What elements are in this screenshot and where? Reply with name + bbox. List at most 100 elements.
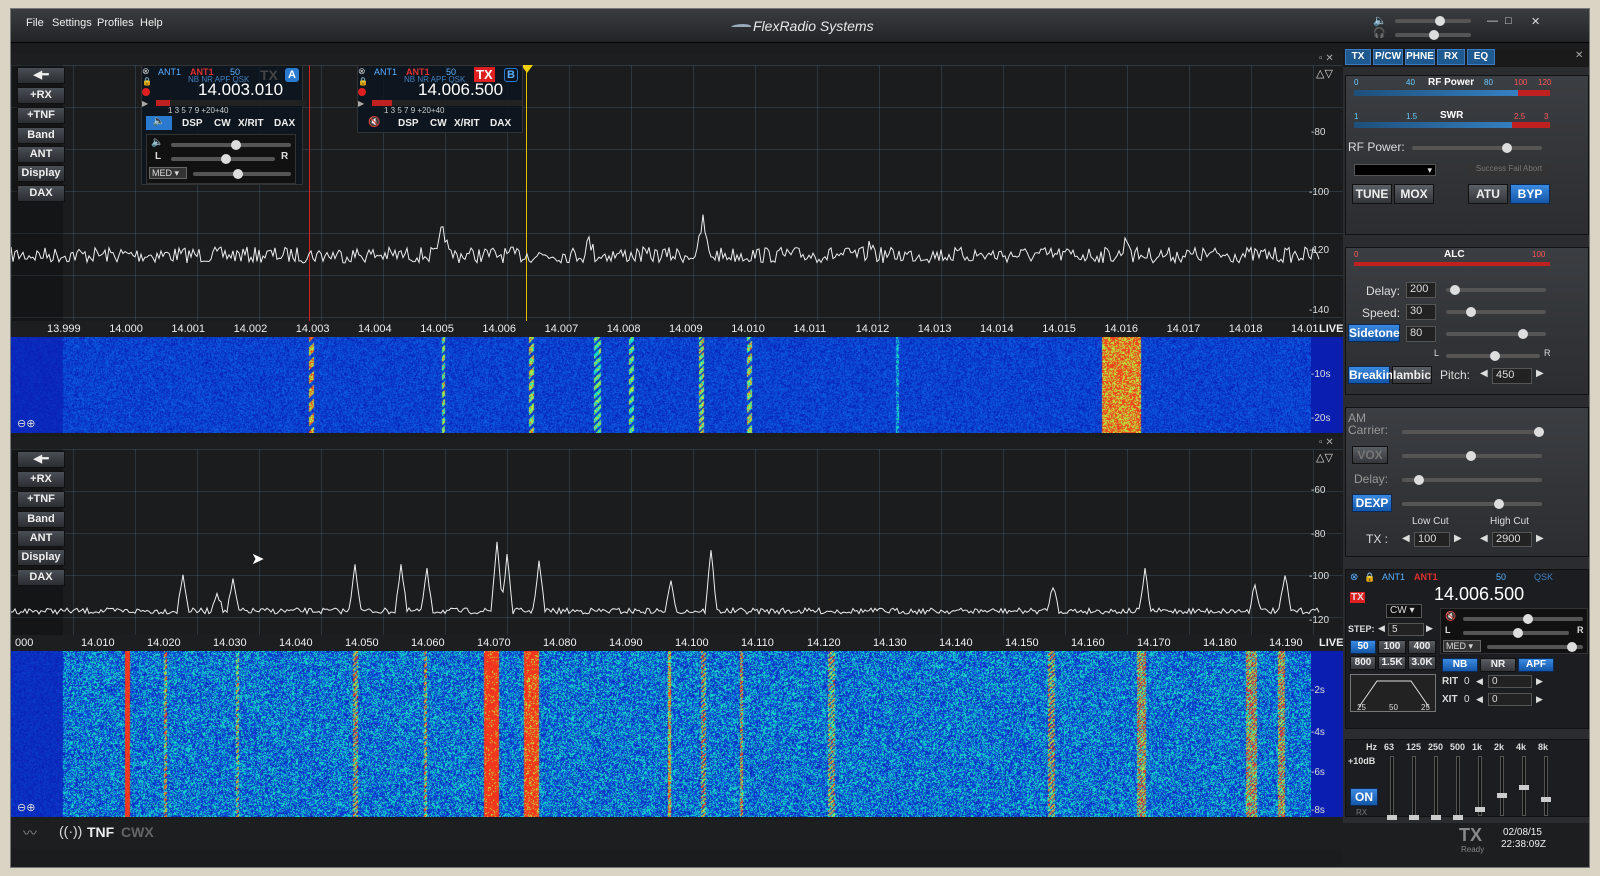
eq-band-4k-knob[interactable] <box>1519 785 1529 790</box>
rx-slice-agc-slider[interactable] <box>1487 642 1583 652</box>
slice-a-flag[interactable]: ⊗ 🔒 ▶ ANT1 ANT1 50 NB NR APF QSK TX A 14… <box>141 65 306 185</box>
slice-b-close-icon[interactable]: ⊗ <box>358 66 366 77</box>
mox-button[interactable]: MOX <box>1394 184 1434 204</box>
dexp-slider[interactable] <box>1402 499 1542 509</box>
slice-b-cw-button[interactable]: CW <box>430 118 447 129</box>
eq-band-500-knob[interactable] <box>1453 815 1463 820</box>
high-cut-increase-button[interactable]: ▶ <box>1536 533 1544 544</box>
filter-800-button[interactable]: 800 <box>1350 656 1376 670</box>
close-button[interactable]: ✕ <box>1531 15 1540 28</box>
rx-slice-rx-antenna[interactable]: ANT1 <box>1382 572 1405 582</box>
rx-slice-pan-slider[interactable] <box>1463 628 1569 638</box>
mode-select[interactable]: CW ▾ <box>1386 604 1422 618</box>
slice-a-record-icon[interactable] <box>142 88 150 96</box>
slice-b-play-icon[interactable]: ▶ <box>358 99 364 108</box>
pan2-frequency-axis[interactable]: 000 14.010 14.020 14.030 14.040 14.050 14.060 1… <box>11 635 1343 651</box>
iambic-button[interactable]: Iambic <box>1392 366 1432 384</box>
low-cut-decrease-button[interactable]: ◀ <box>1402 533 1410 544</box>
rx-slice-agc-knob[interactable] <box>1567 642 1577 652</box>
slice-b-dax-button[interactable]: DAX <box>490 118 511 129</box>
rf-power-slider[interactable] <box>1412 143 1542 153</box>
xit-offset-input[interactable]: 0 <box>1488 693 1532 706</box>
headphone-volume-knob[interactable] <box>1429 30 1439 40</box>
panadapter-2[interactable]: ◀━ +RX +TNF Band ANT Display DAX △▽ -60 … <box>11 449 1343 635</box>
rx-slice-frequency[interactable]: 14.006.500 <box>1434 584 1524 605</box>
panel-close-icon[interactable]: ✕ <box>1575 50 1583 61</box>
am-carrier-slider[interactable] <box>1402 427 1544 437</box>
eq-band-63-knob[interactable] <box>1387 815 1397 820</box>
filter-3-0k-button[interactable]: 3.0K <box>1408 656 1436 670</box>
delay-slider[interactable] <box>1446 285 1546 295</box>
sidetone-pan-knob[interactable] <box>1490 351 1500 361</box>
eq-band-8k-slider[interactable] <box>1541 756 1551 816</box>
vox-delay-slider[interactable] <box>1402 475 1542 485</box>
slice-b-flag[interactable]: ⊗ 🔒 ▶ ANT1 ANT1 50 NB NR APF QSK TX B 14… <box>357 65 523 133</box>
eq-band-8k-knob[interactable] <box>1541 797 1551 802</box>
eq-band-2k-slider[interactable] <box>1497 756 1507 816</box>
rx-slice-pan-knob[interactable] <box>1513 628 1523 638</box>
sidetone-slider[interactable] <box>1446 329 1546 339</box>
xit-increase-button[interactable]: ▶ <box>1536 694 1543 705</box>
nb-button[interactable]: NB <box>1442 658 1478 672</box>
am-carrier-knob[interactable] <box>1534 427 1544 437</box>
slice-a-dsp-button[interactable]: DSP <box>182 118 203 129</box>
pan2-scale-arrows-icon[interactable]: △▽ <box>1316 451 1333 464</box>
sidetone-button[interactable]: Sidetone <box>1348 324 1400 342</box>
tab-tx[interactable]: TX <box>1345 49 1371 65</box>
slice-b-lock-icon[interactable]: 🔒 <box>358 77 368 86</box>
filter-passband-display[interactable]: 25 50 25 <box>1350 674 1436 712</box>
slice-b-rx-antenna[interactable]: ANT1 <box>374 67 397 77</box>
eq-band-1k-knob[interactable] <box>1475 807 1485 812</box>
vox-level-knob[interactable] <box>1466 451 1476 461</box>
vox-level-slider[interactable] <box>1402 451 1542 461</box>
speed-input[interactable]: 30 <box>1406 304 1436 320</box>
slice-a-audio-button[interactable]: 🔈 <box>146 116 172 130</box>
rit-toggle[interactable]: 0 <box>1464 676 1470 687</box>
headphone-volume-slider[interactable] <box>1395 30 1471 40</box>
eq-on-button[interactable]: ON <box>1350 788 1378 806</box>
wf1-zoom-icon[interactable]: ⊖⊕ <box>17 417 35 430</box>
rx-slice-tx-badge[interactable]: TX <box>1350 592 1365 603</box>
slice-a-agc-knob[interactable] <box>233 169 243 179</box>
sidetone-pan-slider[interactable] <box>1446 351 1540 361</box>
rx-slice-tx-antenna[interactable]: ANT1 <box>1414 572 1438 582</box>
pitch-decrease-button[interactable]: ◀ <box>1480 368 1488 379</box>
sidetone-knob[interactable] <box>1518 329 1528 339</box>
slice-a-play-icon[interactable]: ▶ <box>142 99 148 108</box>
high-cut-decrease-button[interactable]: ◀ <box>1480 533 1488 544</box>
xit-toggle[interactable]: 0 <box>1464 694 1470 705</box>
menu-profiles[interactable]: Profiles <box>97 17 134 29</box>
slice-a-xrit-button[interactable]: X/RIT <box>238 118 264 129</box>
tab-rx[interactable]: RX <box>1437 49 1465 65</box>
waterfall-2[interactable]: -2s -4s -6s -8s ⊖⊕ <box>11 651 1343 817</box>
nr-button[interactable]: NR <box>1480 658 1516 672</box>
filter-400-button[interactable]: 400 <box>1408 640 1436 654</box>
delay-input[interactable]: 200 <box>1406 282 1436 298</box>
master-volume-slider[interactable] <box>1395 16 1471 26</box>
slice-b-frequency[interactable]: 14.006.500 <box>418 80 503 100</box>
tx-profile-dropdown[interactable]: ▾ <box>1354 164 1436 176</box>
dexp-knob[interactable] <box>1494 499 1504 509</box>
vox-delay-knob[interactable] <box>1414 475 1424 485</box>
vox-button[interactable]: VOX <box>1352 446 1388 464</box>
tab-eq[interactable]: EQ <box>1467 49 1495 65</box>
eq-band-125-knob[interactable] <box>1409 815 1419 820</box>
filter-1-5k-button[interactable]: 1.5K <box>1378 656 1406 670</box>
filter-50-button[interactable]: 50 <box>1350 640 1376 654</box>
slice-a-lock-icon[interactable]: 🔒 <box>142 77 152 86</box>
slice-a-close-icon[interactable]: ⊗ <box>142 66 150 77</box>
eq-band-250-slider[interactable] <box>1431 756 1441 820</box>
slice-b-xrit-button[interactable]: X/RIT <box>454 118 480 129</box>
eq-band-4k-slider[interactable] <box>1519 756 1529 816</box>
xit-decrease-button[interactable]: ◀ <box>1476 694 1483 705</box>
xit-label[interactable]: XIT <box>1442 694 1458 705</box>
pan1-close-icon[interactable]: ▫ ✕ <box>1319 53 1334 64</box>
low-cut-input[interactable]: 100 <box>1414 532 1450 547</box>
maximize-button[interactable]: □ <box>1505 15 1512 27</box>
filter-100-button[interactable]: 100 <box>1378 640 1406 654</box>
step-increase-button[interactable]: ▶ <box>1426 623 1433 634</box>
eq-rx-label[interactable]: RX <box>1356 808 1367 817</box>
rit-label[interactable]: RIT <box>1442 676 1458 687</box>
low-cut-increase-button[interactable]: ▶ <box>1454 533 1462 544</box>
slice-b-record-icon[interactable] <box>358 88 366 96</box>
